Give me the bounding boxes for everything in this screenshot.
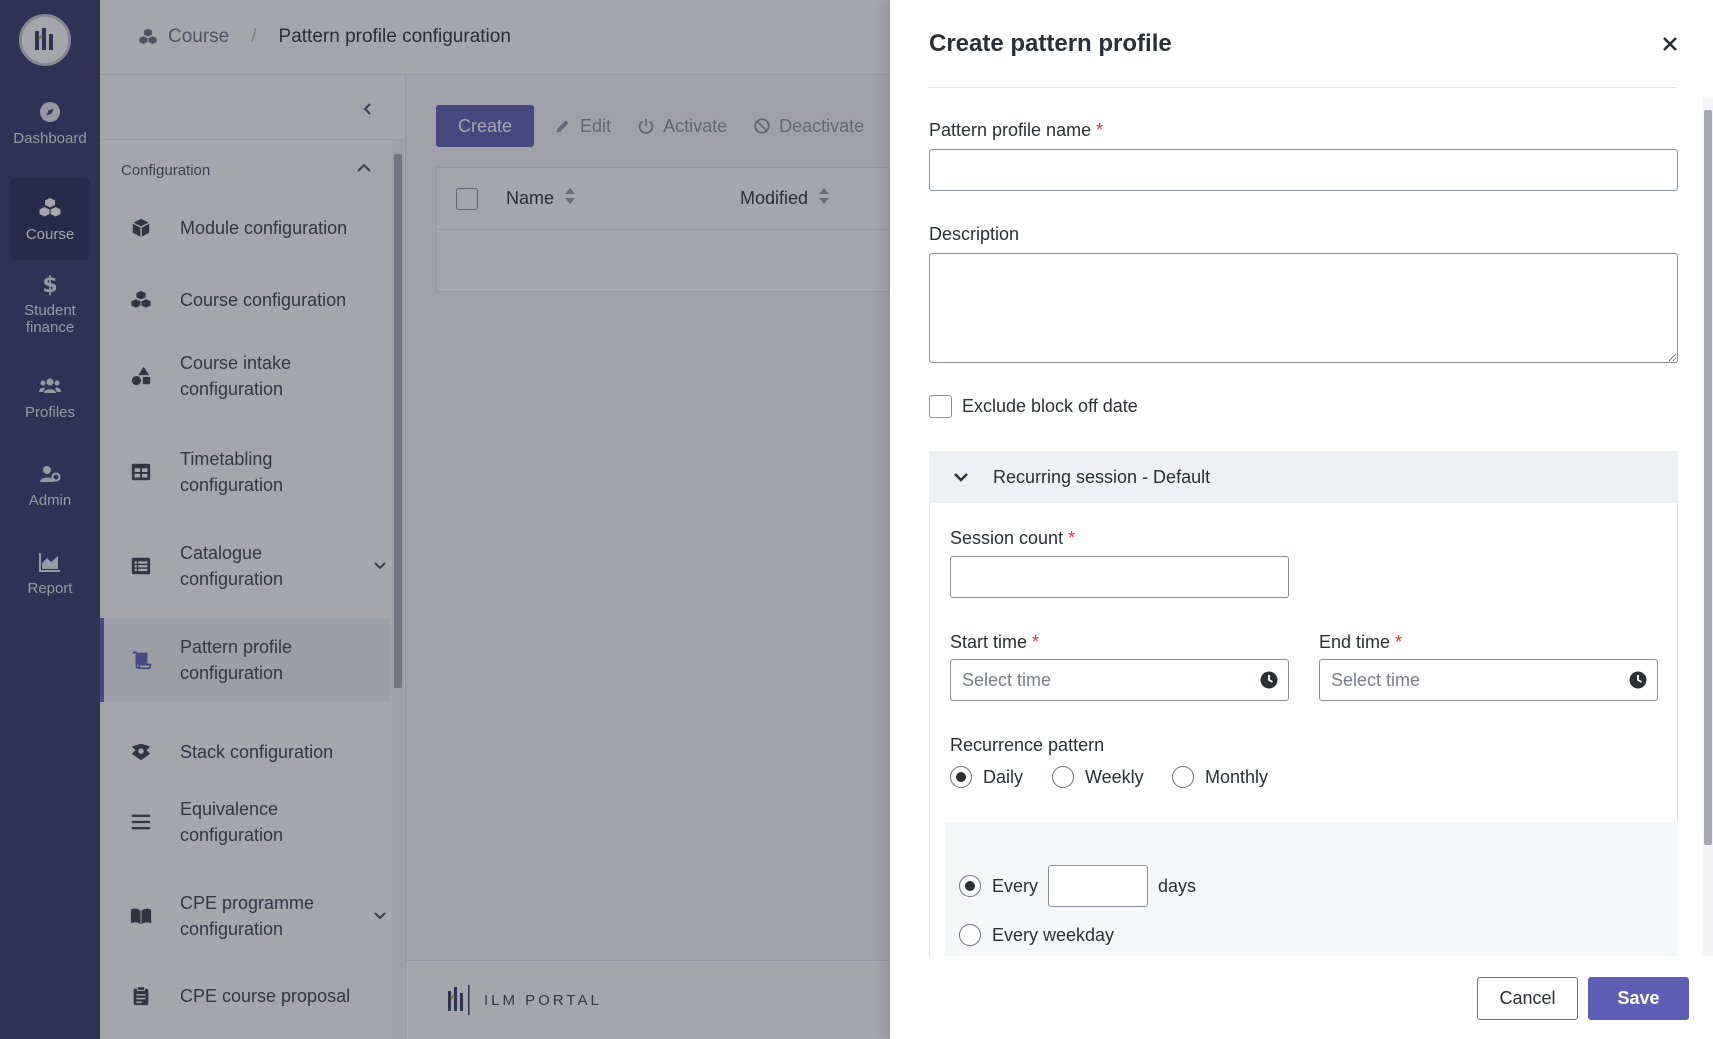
required-marker: * xyxy=(1032,632,1040,652)
close-button[interactable] xyxy=(1658,32,1682,56)
radio-every-label: Every xyxy=(992,875,1039,896)
end-time-label-text: End time xyxy=(1319,632,1391,652)
every-weekday-option[interactable]: Every weekday xyxy=(959,924,1114,946)
radio-monthly-label: Monthly xyxy=(1205,766,1269,787)
create-pattern-profile-drawer: Create pattern profile Pattern profile n… xyxy=(890,0,1713,1039)
required-marker: * xyxy=(1395,632,1403,652)
exclude-block-off-date-row[interactable]: Exclude block off date xyxy=(929,395,1138,418)
radio-daily-label: Daily xyxy=(983,766,1024,787)
every-days-input[interactable] xyxy=(1048,865,1149,907)
recurrence-monthly-option[interactable]: Monthly xyxy=(1172,766,1268,788)
drawer-scrollbar[interactable] xyxy=(1703,98,1713,956)
recurrence-weekly-option[interactable]: Weekly xyxy=(1052,766,1144,788)
start-time-label-text: Start time xyxy=(950,632,1028,652)
exclude-block-off-date-label: Exclude block off date xyxy=(962,396,1138,416)
recurrence-pattern-label: Recurrence pattern xyxy=(950,735,1105,755)
end-time-label: End time * xyxy=(1319,632,1402,653)
save-button[interactable]: Save xyxy=(1588,977,1689,1020)
pattern-profile-name-label-text: Pattern profile name xyxy=(929,120,1092,140)
pattern-profile-name-input[interactable] xyxy=(929,149,1678,191)
session-count-label: Session count * xyxy=(950,528,1075,549)
chevron-down-icon xyxy=(954,473,968,482)
drawer-scrollbar-thumb[interactable] xyxy=(1704,110,1712,845)
drawer-footer: Cancel Save xyxy=(890,956,1713,1039)
start-time-label: Start time * xyxy=(950,632,1039,653)
pattern-profile-name-label: Pattern profile name * xyxy=(929,120,1103,141)
required-marker: * xyxy=(1068,528,1076,548)
exclude-block-off-date-checkbox[interactable] xyxy=(929,395,952,418)
radio-every-weekday[interactable] xyxy=(959,924,981,946)
clock-icon[interactable] xyxy=(1260,671,1278,689)
radio-daily[interactable] xyxy=(950,766,972,788)
description-label: Description xyxy=(929,224,1020,244)
every-n-days-option[interactable]: Every days xyxy=(959,865,1196,907)
radio-weekly[interactable] xyxy=(1052,766,1074,788)
end-time-input[interactable] xyxy=(1319,659,1658,701)
radio-monthly[interactable] xyxy=(1172,766,1194,788)
drawer-body: Pattern profile name * Description Exclu… xyxy=(890,88,1713,956)
recurring-session-accordion-header[interactable]: Recurring session - Default xyxy=(929,451,1678,503)
start-time-input[interactable] xyxy=(950,659,1289,701)
close-icon xyxy=(1663,37,1677,51)
recurrence-daily-option[interactable]: Daily xyxy=(950,766,1023,788)
days-label: days xyxy=(1158,875,1197,896)
recurring-session-title: Recurring session - Default xyxy=(993,466,1211,487)
modal-backdrop[interactable] xyxy=(0,0,890,1039)
clock-icon[interactable] xyxy=(1629,671,1647,689)
radio-every[interactable] xyxy=(959,875,981,897)
description-textarea[interactable] xyxy=(929,253,1678,363)
radio-every-weekday-label: Every weekday xyxy=(992,924,1115,945)
session-count-label-text: Session count xyxy=(950,528,1064,548)
required-marker: * xyxy=(1096,120,1104,140)
drawer-title: Create pattern profile xyxy=(929,30,1172,57)
session-count-input[interactable] xyxy=(950,556,1289,598)
cancel-button[interactable]: Cancel xyxy=(1477,977,1578,1020)
radio-weekly-label: Weekly xyxy=(1085,766,1144,787)
